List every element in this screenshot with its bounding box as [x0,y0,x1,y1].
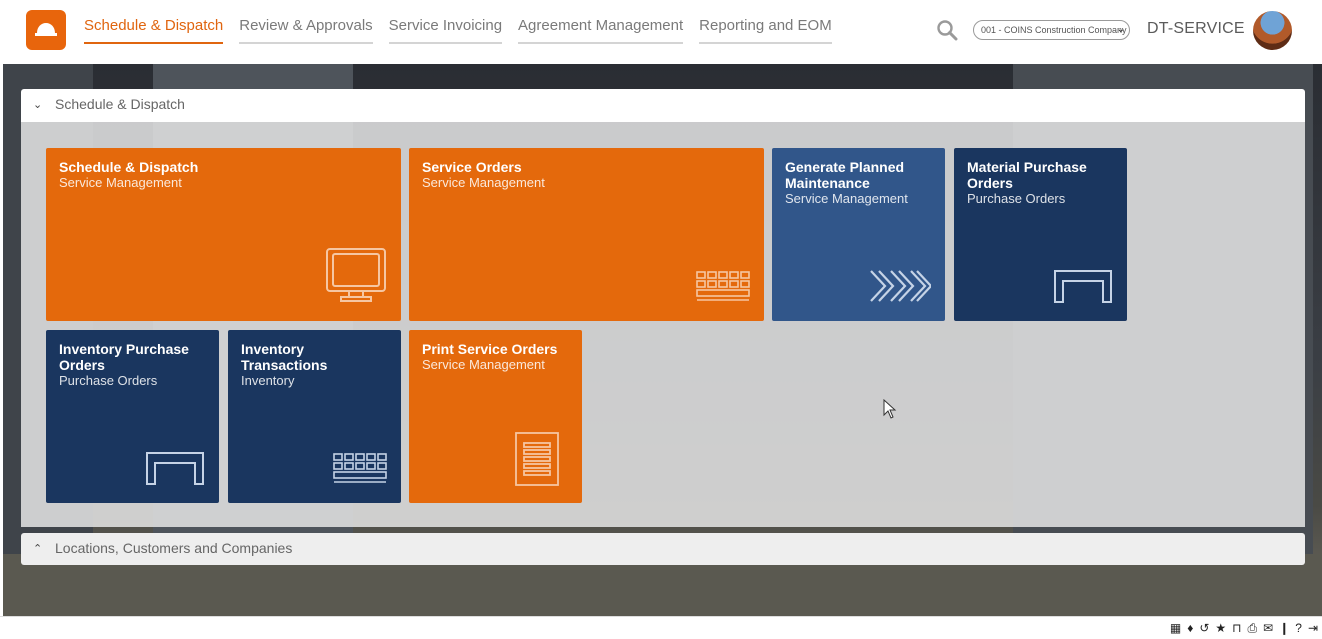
desk-icon [146,452,204,485]
search-icon[interactable] [936,19,958,41]
tile-subtitle: Purchase Orders [59,373,158,388]
tile-inventory-transactions[interactable]: Inventory Transactions Inventory [228,330,401,503]
tile-material-purchase-orders[interactable]: Material Purchase Orders Purchase Orders [954,148,1127,321]
tile-inventory-purchase-orders[interactable]: Inventory Purchase Orders Purchase Order… [46,330,219,503]
tile-subtitle: Service Management [59,175,182,190]
status-bar-icons: ▦ ♦ ↺ ★ ⊓ ⎙ ✉ ❙ ? ⇥ [1170,621,1318,636]
tile-title: Material Purchase Orders [967,159,1087,191]
user-name[interactable]: DT-SERVICE [1147,20,1245,38]
panel-title: Locations, Customers and Companies [55,540,293,556]
nav-tab-agreement-management[interactable]: Agreement Management [518,0,684,44]
mail-icon[interactable]: ✉ [1263,621,1273,636]
grid-icon[interactable]: ▦ [1170,621,1181,636]
nav-tab-reporting-eom[interactable]: Reporting and EOM [699,0,832,44]
star-icon[interactable]: ★ [1215,621,1226,636]
keyboard-icon [696,271,750,301]
top-bar: Schedule & Dispatch Review & Approvals S… [0,0,1322,64]
tile-subtitle: Service Management [785,191,908,206]
chevron-down-icon: ⌄ [33,99,43,111]
status-bar: ▦ ♦ ↺ ★ ⊓ ⎙ ✉ ❙ ? ⇥ [0,616,1322,639]
tile-title: Service Orders [422,159,522,175]
nav-tab-service-invoicing[interactable]: Service Invoicing [388,0,503,44]
company-select[interactable]: 001 - COINS Construction Company ⌄ [973,20,1130,40]
printer-icon[interactable]: ⎙ [1248,621,1258,636]
panel-header-schedule-dispatch[interactable]: ⌄ Schedule & Dispatch [21,89,1305,122]
document-icon [515,432,559,486]
keyboard-icon [333,453,387,483]
chevron-down-icon: ⌄ [1116,24,1125,35]
desk-small-icon[interactable]: ⊓ [1232,621,1241,636]
chevrons-right-icon [870,270,931,302]
tile-subtitle: Service Management [422,357,545,372]
nav-tab-review-approvals[interactable]: Review & Approvals [239,0,373,44]
panel-header-locations[interactable]: ⌃ Locations, Customers and Companies [21,533,1305,565]
chevron-up-icon: ⌃ [33,543,43,555]
pin-icon[interactable]: ♦ [1187,621,1193,636]
tile-service-orders[interactable]: Service Orders Service Management [409,148,764,321]
history-icon[interactable]: ↺ [1199,621,1209,636]
avatar[interactable] [1253,11,1292,50]
panel-title: Schedule & Dispatch [55,96,185,112]
monitor-icon [326,248,386,302]
company-select-value: 001 - COINS Construction Company [981,25,1127,35]
logout-icon[interactable]: ⇥ [1308,621,1318,636]
nav-tab-schedule-dispatch[interactable]: Schedule & Dispatch [84,0,224,44]
tile-schedule-dispatch[interactable]: Schedule & Dispatch Service Management [46,148,401,321]
tile-subtitle: Inventory [241,373,295,388]
main-nav: Schedule & Dispatch Review & Approvals S… [84,0,832,64]
tile-print-service-orders[interactable]: Print Service Orders Service Management [409,330,582,503]
logo-hardhat-icon[interactable] [26,10,66,50]
tile-title: Inventory Transactions [241,341,328,373]
tile-generate-planned-maintenance[interactable]: Generate Planned Maintenance Service Man… [772,148,945,321]
library-icon[interactable]: ❙ [1279,621,1289,636]
tile-title: Generate Planned Maintenance [785,159,905,191]
tile-subtitle: Service Management [422,175,545,190]
tile-subtitle: Purchase Orders [967,191,1066,206]
tile-title: Inventory Purchase Orders [59,341,189,373]
tile-title: Schedule & Dispatch [59,159,199,175]
desk-icon [1054,270,1112,303]
tile-title: Print Service Orders [422,341,558,357]
mouse-cursor-icon [883,399,897,419]
help-icon[interactable]: ? [1295,621,1302,636]
